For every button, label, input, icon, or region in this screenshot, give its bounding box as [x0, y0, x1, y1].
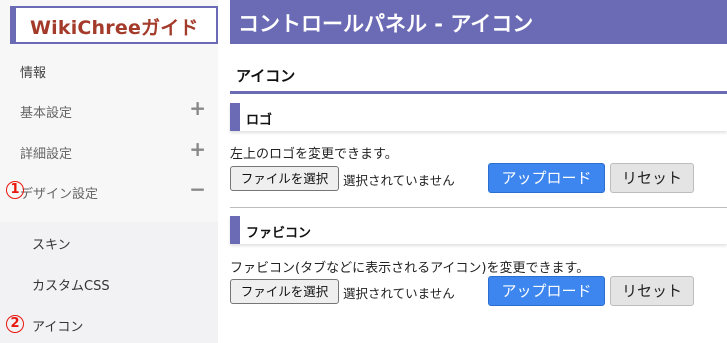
sidebar-item-label: 詳細設定: [20, 147, 73, 162]
sidebar-item-basic-settings[interactable]: 基本設定 +: [0, 90, 218, 131]
sidebar: WikiChreeガイド 情報 基本設定 + 詳細設定 + デザイン設定 − ス…: [0, 0, 218, 343]
sidebar-item-advanced-settings[interactable]: 詳細設定 +: [0, 131, 218, 172]
favicon-subheading: ファビコン: [230, 216, 727, 244]
sidebar-item-label: 情報: [20, 66, 47, 81]
section-heading-text: アイコン: [236, 67, 296, 85]
favicon-reset-button[interactable]: リセット: [610, 276, 694, 306]
collapse-minus-icon[interactable]: −: [189, 179, 206, 199]
section-divider: [230, 207, 727, 208]
sidebar-item-info[interactable]: 情報: [0, 50, 218, 91]
section-heading: アイコン: [230, 58, 727, 94]
logo-file-status: 選択されていません: [343, 173, 455, 188]
logo-upload-button[interactable]: アップロード: [488, 163, 605, 193]
sidebar-subitem-label: アイコン: [32, 320, 84, 335]
favicon-description: ファビコン(タブなどに表示されるアイコン)を変更できます。: [230, 261, 590, 276]
sidebar-subitem-icon[interactable]: アイコン: [0, 304, 218, 343]
sidebar-subitem-custom-css[interactable]: カスタムCSS: [0, 263, 218, 304]
sidebar-item-design-settings[interactable]: デザイン設定 −: [0, 171, 218, 212]
favicon-file-status: 選択されていません: [343, 286, 455, 301]
page-header: コントロールパネル - アイコン: [230, 0, 727, 44]
logo-subheading: ロゴ: [230, 103, 727, 131]
favicon-upload-button[interactable]: アップロード: [488, 276, 605, 306]
main-content: コントロールパネル - アイコン アイコン ロゴ 左上のロゴを変更できます。 フ…: [230, 0, 727, 343]
sidebar-subitem-label: カスタムCSS: [32, 279, 110, 294]
sidebar-subitem-label: スキン: [32, 238, 71, 253]
site-logo-text: WikiChreeガイド: [30, 17, 199, 39]
page-title: コントロールパネル - アイコン: [238, 12, 534, 36]
step-marker-1: 1: [6, 181, 24, 199]
favicon-file-select-button[interactable]: ファイルを選択: [230, 279, 339, 304]
logo-description: 左上のロゴを変更できます。: [230, 147, 398, 162]
logo-file-select-button[interactable]: ファイルを選択: [230, 166, 339, 191]
favicon-subheading-text: ファビコン: [246, 226, 312, 241]
logo-subheading-text: ロゴ: [246, 113, 273, 128]
expand-plus-icon[interactable]: +: [189, 98, 206, 118]
sidebar-subitem-skin[interactable]: スキン: [0, 222, 218, 263]
step-marker-2: 2: [6, 315, 24, 333]
site-logo[interactable]: WikiChreeガイド: [10, 6, 218, 44]
sidebar-item-label: デザイン設定: [20, 187, 99, 202]
logo-reset-button[interactable]: リセット: [610, 163, 694, 193]
expand-plus-icon[interactable]: +: [189, 139, 206, 159]
sidebar-item-label: 基本設定: [20, 106, 73, 121]
